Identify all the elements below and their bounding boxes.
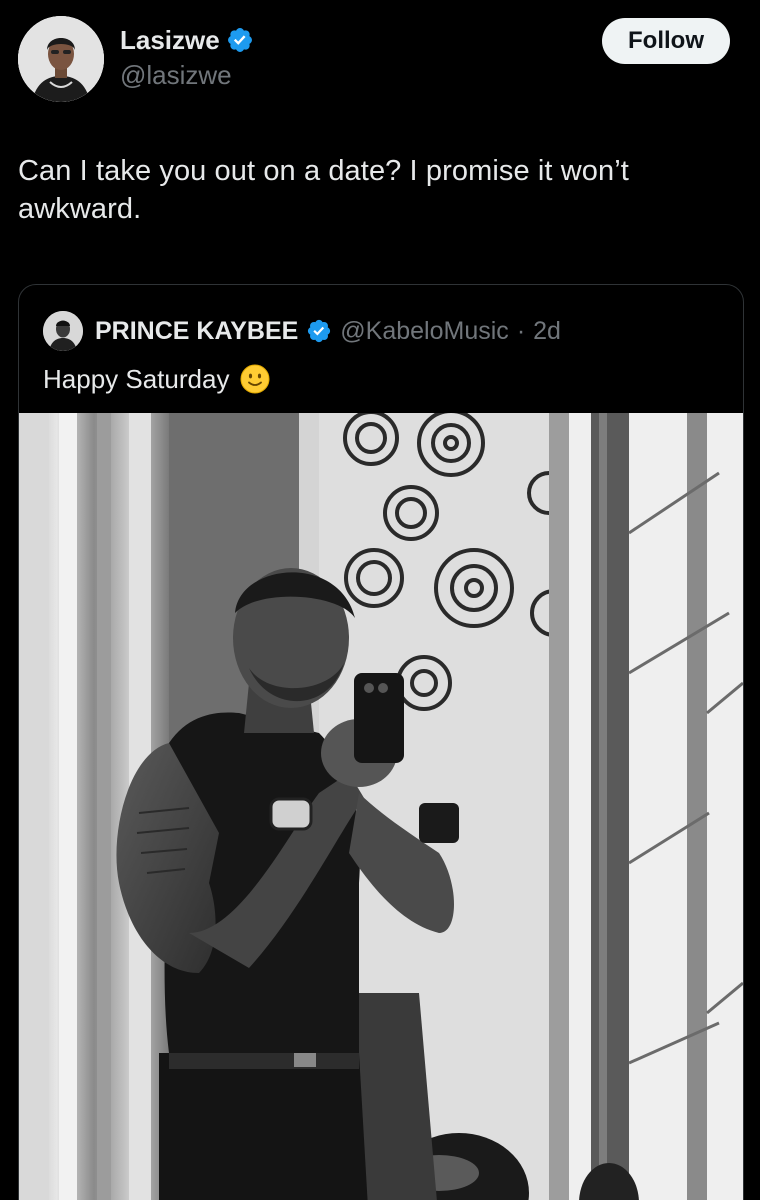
tweet-page: Lasizwe @lasizwe Follow Can I take you o… (0, 0, 760, 1200)
tweet-header: Lasizwe @lasizwe Follow (18, 16, 730, 106)
quoted-tweet-photo[interactable] (19, 413, 743, 1200)
display-name-row: Lasizwe (120, 24, 254, 56)
quoted-author-avatar (43, 311, 83, 351)
slightly-smiling-face-icon (240, 364, 270, 394)
quoted-author-handle[interactable]: @KabeloMusic (340, 317, 509, 346)
quoted-tweet-text: Happy Saturday (43, 363, 230, 394)
quoted-verified-badge-icon (308, 319, 331, 343)
tweet-text: Can I take you out on a date? I promise … (18, 155, 629, 225)
follow-button[interactable]: Follow (602, 18, 730, 64)
author-handle[interactable]: @lasizwe (120, 58, 254, 92)
quoted-tweet-card[interactable]: PRINCE KAYBEE @KabeloMusic · 2d Happy Satu… (18, 284, 744, 1200)
mirror-selfie-photo (19, 413, 743, 1200)
quoted-tweet-header: PRINCE KAYBEE @KabeloMusic · 2d (43, 311, 561, 351)
verified-badge-icon (227, 28, 252, 52)
quoted-timestamp[interactable]: 2d (533, 317, 561, 346)
author-display-name[interactable]: Lasizwe (120, 24, 220, 56)
separator-dot: · (516, 316, 526, 345)
author-info: Lasizwe @lasizwe (120, 24, 254, 92)
avatar-photo-icon (18, 16, 104, 102)
quoted-tweet-text-row: Happy Saturday (43, 363, 271, 395)
quoted-author-display-name[interactable]: PRINCE KAYBEE (95, 317, 298, 346)
author-avatar[interactable] (18, 16, 104, 102)
quoted-avatar-photo-icon (43, 311, 83, 351)
